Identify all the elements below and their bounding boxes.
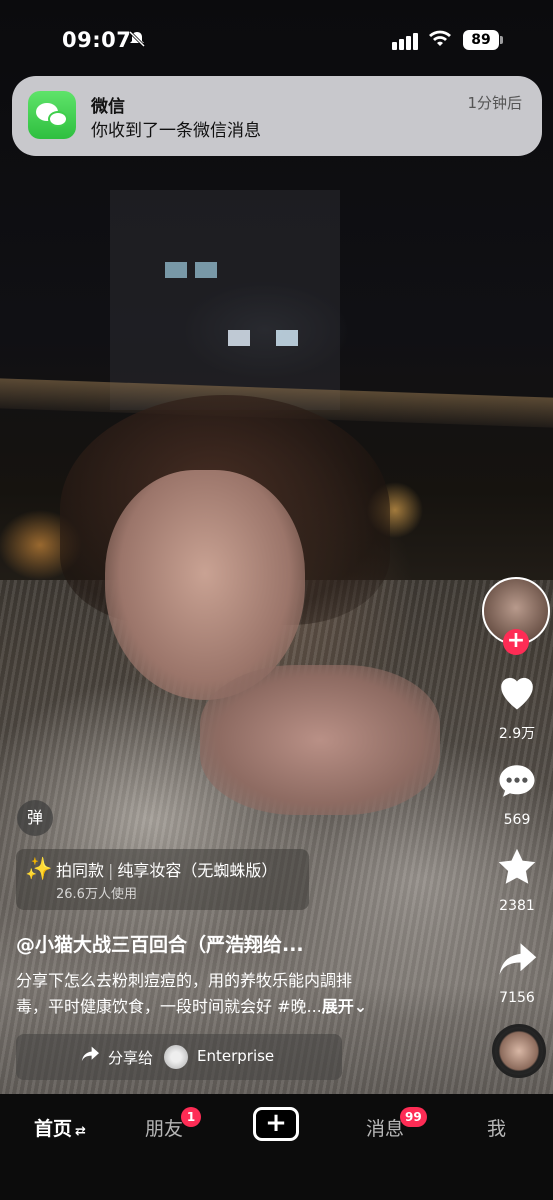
sparkle-icon: ✨ [25,857,53,882]
battery-indicator: 89 [463,30,499,50]
sticker-action: 拍同款 [56,861,105,880]
status-bar: 09:07 89 [0,0,553,80]
tab-me[interactable]: 我 [487,1114,506,1141]
favorite-count: 2381 [499,898,535,914]
tab-friends[interactable]: 朋友 [145,1114,183,1141]
comment-count: 569 [503,812,531,828]
messages-badge: 99 [400,1107,427,1127]
author-name[interactable]: @小猫大战三百回合（严浩翔给... [16,930,304,957]
building-window [195,262,217,278]
building-window [276,330,298,346]
tab-home-label: 首页 [34,1118,73,1140]
building-window [165,262,187,278]
share-button[interactable]: 7156 [482,939,552,1006]
bell-slash-icon [128,30,146,52]
background-building [110,190,340,410]
comment-button[interactable]: 569 [482,761,552,828]
notification-message: 你收到了一条微信消息 [91,121,261,141]
video-description: 分享下怎么去粉刺痘痘的，用的养牧乐能内調排 毒，平时健康饮食，一段时间就会好 #… [16,968,436,1020]
description-line-2: 毒，平时健康饮食，一段时间就会好 #晚...展开⌄ [16,994,436,1020]
notification-app-name: 微信 [91,97,125,117]
follow-button[interactable]: + [503,629,529,655]
wechat-notification[interactable]: 微信 你收到了一条微信消息 1分钟后 [12,76,542,156]
status-time: 09:07 [62,28,132,52]
share-arrow-icon [482,939,552,988]
heart-icon [482,672,552,721]
building-window [228,330,250,346]
favorite-button[interactable]: 2381 [482,847,552,914]
tab-messages[interactable]: 消息 [366,1114,404,1141]
wechat-icon [28,91,76,139]
effect-sticker-card[interactable]: ✨ 拍同款 | 纯享妆容（无蜘蛛版） 26.6万人使用 [16,849,309,910]
refresh-arrows-icon: ⇄ [75,1124,86,1139]
comment-icon [482,761,552,810]
hand-shape [200,665,440,815]
description-line: 分享下怎么去粉刺痘痘的，用的养牧乐能内調排 [16,971,353,990]
contact-avatar [164,1045,188,1069]
cellular-signal-icon [392,31,420,50]
battery-tip [500,36,503,44]
description-text: 毒，平时健康饮食，一段时间就会好 #晚... [16,997,322,1016]
star-icon [482,847,552,896]
share-count: 7156 [499,990,535,1006]
contact-name: Enterprise [197,1047,275,1065]
sticker-name: 纯享妆容（无蜘蛛版） [117,861,278,880]
like-count: 2.9万 [498,726,536,742]
music-disc[interactable] [492,1024,546,1078]
friends-badge: 1 [181,1107,201,1127]
sticker-title-row: 拍同款 | 纯享妆容（无蜘蛛版） [56,861,278,880]
create-post-button[interactable]: + [253,1107,299,1141]
share-arrow-icon [80,1045,100,1068]
sticker-user-count: 26.6万人使用 [56,887,137,902]
wifi-icon [428,28,452,52]
notification-time: 1分钟后 [467,94,522,112]
tab-home[interactable]: 首页 ⇄ [34,1114,86,1141]
share-to-label: 分享给 [108,1049,154,1067]
danmu-toggle[interactable]: 弹 [17,800,53,836]
like-button[interactable]: 2.9万 [482,672,552,743]
share-to-bar[interactable]: 分享给 Enterprise [16,1034,342,1080]
bottom-navigation: 首页 ⇄ 朋友 1 + 消息 99 我 [0,1094,553,1200]
expand-button[interactable]: 展开⌄ [322,997,367,1016]
